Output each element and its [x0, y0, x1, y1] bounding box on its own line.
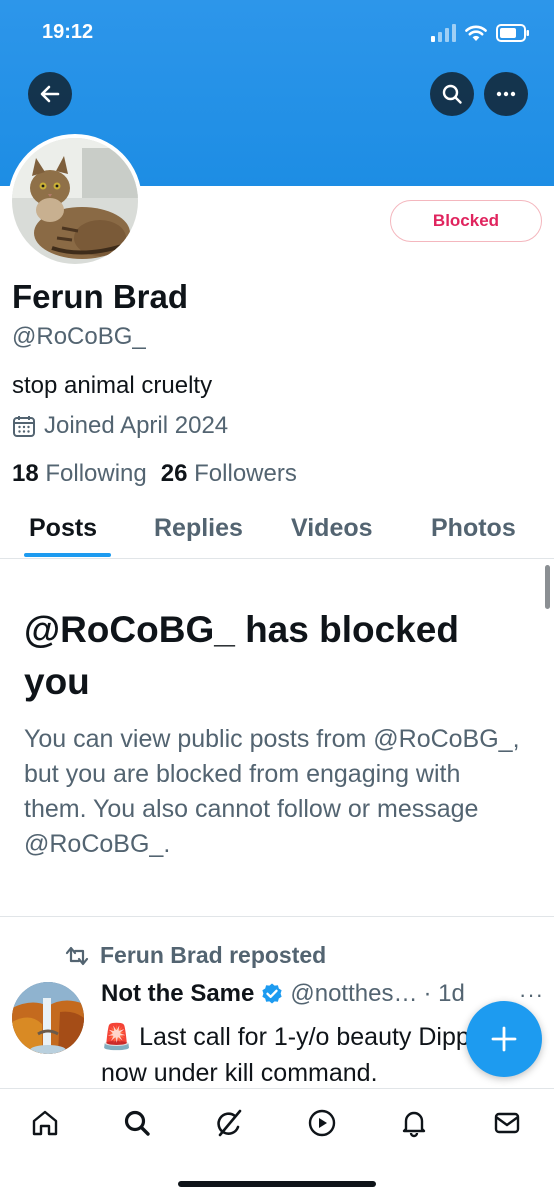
- back-button[interactable]: [28, 72, 72, 116]
- mail-icon: [494, 1112, 520, 1134]
- nav-video[interactable]: [302, 1103, 342, 1143]
- nav-grok[interactable]: [209, 1103, 249, 1143]
- post-author-name[interactable]: Not the Same: [101, 980, 254, 1008]
- post-author-avatar[interactable]: [12, 982, 84, 1054]
- blocked-notice-description: You can view public posts from @RoCoBG_,…: [24, 725, 520, 858]
- back-arrow-icon: [40, 85, 60, 103]
- nav-search[interactable]: [117, 1103, 157, 1143]
- following-label: Following: [45, 460, 147, 487]
- profile-handle: @RoCoBG_: [12, 323, 146, 350]
- cat-photo: [12, 138, 138, 264]
- followers-label: Followers: [194, 460, 297, 487]
- battery-icon: [496, 24, 529, 42]
- bell-icon: [402, 1111, 426, 1138]
- follow-stats: 18 Following 26 Followers: [12, 460, 297, 488]
- active-tab-indicator: [24, 553, 111, 557]
- joined-date: Joined April 2024: [12, 412, 228, 440]
- post-author-handle[interactable]: @notthes…: [290, 980, 417, 1008]
- home-icon: [32, 1110, 58, 1136]
- profile-name: Ferun Brad: [12, 278, 189, 315]
- more-icon: [496, 91, 516, 97]
- section-divider: [0, 916, 554, 917]
- more-options-button[interactable]: [484, 72, 528, 116]
- tab-replies[interactable]: Replies: [154, 514, 243, 543]
- following-link[interactable]: 18 Following: [12, 460, 147, 488]
- status-icons: [430, 22, 530, 44]
- waterfall-photo: [12, 982, 84, 1054]
- plus-icon: [491, 1026, 517, 1052]
- scrollbar[interactable]: [545, 565, 550, 609]
- post-header: Not the Same @notthes… · 1d: [101, 980, 551, 1008]
- tab-photos[interactable]: Photos: [431, 514, 516, 543]
- repost-label: Ferun Brad reposted: [100, 942, 327, 968]
- profile-avatar[interactable]: [8, 134, 142, 268]
- grok-icon: [217, 1109, 242, 1137]
- repost-indicator: Ferun Brad reposted: [64, 942, 326, 969]
- followers-count: 26: [160, 460, 188, 487]
- status-time: 19:12: [42, 21, 94, 43]
- tab-posts[interactable]: Posts: [29, 514, 97, 543]
- profile-bio: stop animal cruelty: [12, 372, 213, 399]
- followers-link[interactable]: 26 Followers: [161, 460, 297, 488]
- repost-icon: [65, 946, 89, 965]
- nav-notifications[interactable]: [394, 1103, 434, 1143]
- tab-videos[interactable]: Videos: [291, 514, 373, 543]
- post-more-button[interactable]: ···: [519, 982, 544, 1008]
- blocked-button[interactable]: Blocked: [390, 200, 542, 242]
- calendar-icon: [13, 416, 35, 437]
- search-icon: [442, 84, 462, 104]
- search-button[interactable]: [430, 72, 474, 116]
- blocked-notice-title: @RoCoBG_ has blocked you: [24, 609, 459, 702]
- profile-tabs: Posts Replies Videos Photos: [0, 500, 554, 559]
- signal-icon: [431, 24, 456, 42]
- search-icon: [124, 1110, 150, 1136]
- joined-text: Joined April 2024: [44, 412, 229, 439]
- play-icon: [308, 1109, 336, 1137]
- home-indicator: [178, 1181, 376, 1187]
- post-time: · 1d: [423, 980, 465, 1007]
- wifi-icon: [465, 25, 487, 41]
- nav-home[interactable]: [25, 1103, 65, 1143]
- compose-button[interactable]: [466, 1001, 542, 1077]
- nav-messages[interactable]: [487, 1103, 527, 1143]
- following-count: 18: [12, 460, 39, 487]
- verified-badge-icon: [262, 983, 282, 1004]
